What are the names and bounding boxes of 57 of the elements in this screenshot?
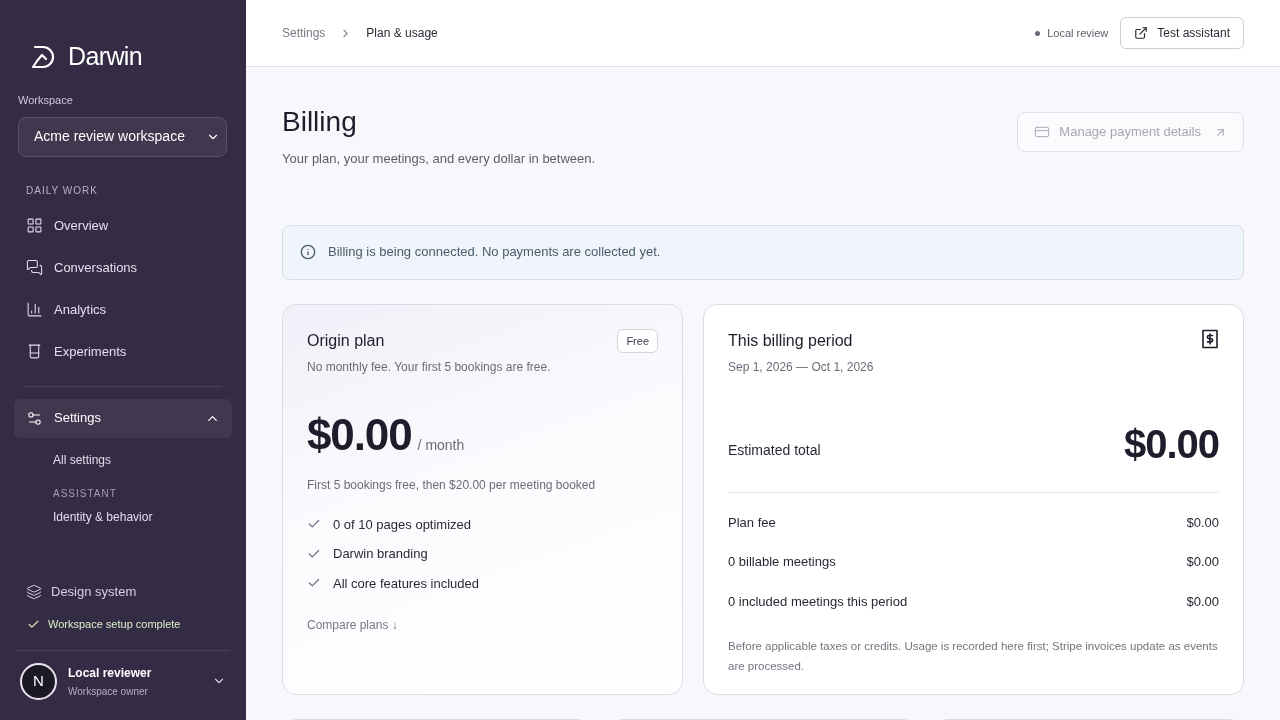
plan-price: $0.00 [307,408,412,461]
billing-dates: Sep 1, 2026 — Oct 1, 2026 [728,358,874,376]
avatar: N [20,662,57,700]
field-label: Workspace [18,93,74,108]
logo-icon [30,43,56,70]
total-label: Estimated total [728,441,821,460]
nav-item[interactable]: Experiments [14,333,232,370]
external-link-icon [1134,26,1149,40]
total-amount: $0.00 [1123,420,1219,468]
user-name: Local reviewer [68,664,153,682]
feature-text: All core features included [333,574,479,593]
beaker-icon [26,343,43,360]
card-title: Origin plan [307,330,386,351]
settings-nav-item[interactable]: Settings [14,398,232,438]
line-item-label: 0 billable meetings [728,553,836,571]
grid-icon [26,217,43,234]
plan-badge: Free [617,328,658,353]
page-title: Billing [282,105,358,139]
sub-nav-item[interactable]: Identity & behavior [53,504,232,529]
nav-item[interactable]: Conversations [14,249,232,286]
line-item-amount: $0.00 [1186,592,1219,611]
line-item-label: Plan fee [728,513,776,532]
nav-item[interactable]: Overview [14,207,232,244]
status-label: Local review [1047,25,1109,41]
setup-status: Workspace setup complete [48,617,181,633]
workspace-select[interactable]: Acme review workspace [18,116,227,157]
test-assistant-button[interactable]: Test assistant [1120,17,1244,49]
card-description: No monthly fee. Your first 5 bookings are free. [307,358,551,376]
breadcrumb-link[interactable]: Plan & usage [366,24,438,42]
check-icon [27,618,40,631]
section-heading: DAILY WORK [25,183,99,198]
line-item-amount: $0.00 [1186,553,1219,571]
receipt-dollar-icon [1201,328,1219,349]
breadcrumb-link[interactable]: Settings [282,24,326,42]
nav-item[interactable]: Analytics [14,291,232,328]
layers-icon [26,583,42,600]
feature-text: 0 of 10 pages optimized [333,515,472,534]
page-subtitle: Your plan, your meetings, and every dollar in between. [282,150,596,168]
user-role: Workspace owner [68,684,149,699]
credit-card-icon [1034,124,1051,140]
pricing-note: First 5 bookings free, then $20.00 per meeting booked [307,476,597,494]
chat-bubbles-icon [26,259,43,276]
price-period: / month [417,435,465,455]
feature-text: Darwin branding [333,545,428,563]
subsection-heading: ASSISTANT [53,486,118,501]
nav-item[interactable]: Design system [14,575,232,608]
line-item-label: 0 included meetings this period [728,592,908,611]
bar-chart-icon [26,301,43,318]
card-title: This billing period [728,330,854,351]
info-icon [300,244,316,260]
line-item-amount: $0.00 [1186,513,1219,532]
billing-footnote: Before applicable taxes or credits. Usage is recorded here first; Stripe invoices update as events are processed. [728,639,1219,674]
brand-name: Darwin [68,40,143,72]
sliders-icon [26,409,43,427]
compare-plans-link[interactable]: Compare plans ↓ [307,616,398,634]
sub-nav-item[interactable]: All settings [53,447,232,472]
banner-text: Billing is being connected. No payments are collected yet. [328,243,661,262]
